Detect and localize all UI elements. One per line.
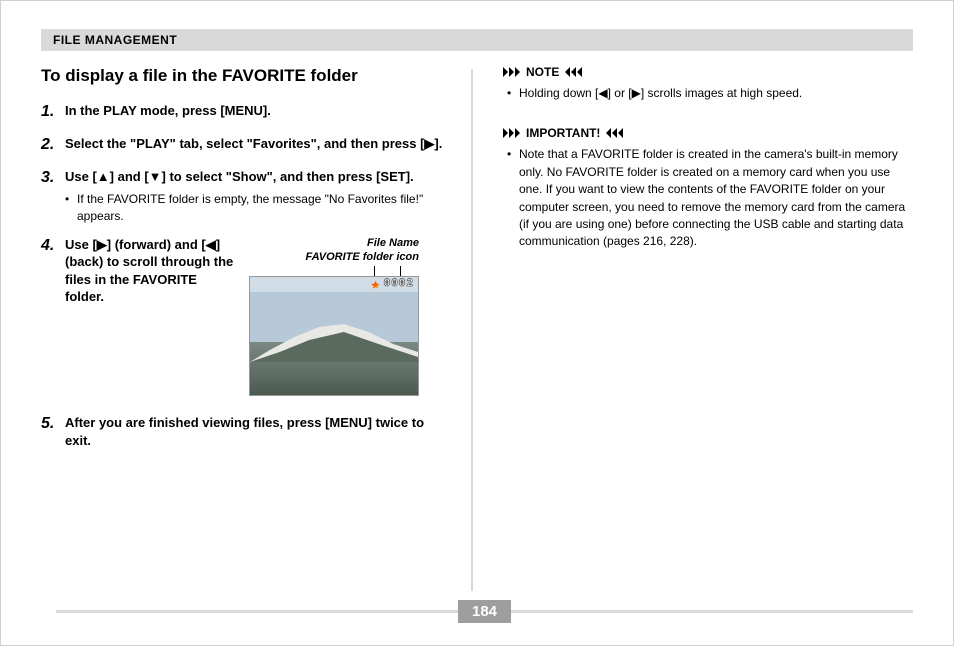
- figure-wrap: File Name FAVORITE folder icon 0002: [249, 236, 419, 397]
- step-5: 5. After you are finished viewing files,…: [41, 414, 453, 449]
- step4-layout: Use [▶] (forward) and [◀] (back) to scro…: [65, 236, 453, 397]
- bullet-icon: •: [507, 146, 519, 250]
- bullet-icon: •: [507, 85, 519, 102]
- step-text: Select the "PLAY" tab, select "Favorites…: [65, 135, 453, 153]
- step-number: 2.: [41, 135, 65, 156]
- page-number: 184: [458, 600, 511, 623]
- note-text: Holding down [◀] or [▶] scrolls images a…: [519, 85, 802, 102]
- camera-screenshot: 0002: [249, 276, 419, 396]
- step-sub-text: If the FAVORITE folder is empty, the mes…: [77, 191, 453, 223]
- note-header: NOTE: [503, 65, 913, 79]
- triangle-right-icon: [503, 67, 520, 77]
- step-1: 1. In the PLAY mode, press [MENU].: [41, 102, 453, 123]
- step-body: Use [▶] (forward) and [◀] (back) to scro…: [65, 236, 453, 397]
- favorite-folder-icon: [371, 280, 381, 290]
- step-text: In the PLAY mode, press [MENU].: [65, 102, 453, 120]
- figure-label-filename: File Name: [367, 236, 419, 250]
- step-4: 4. Use [▶] (forward) and [◀] (back) to s…: [41, 236, 453, 397]
- right-column: NOTE • Holding down [◀] or [▶] scrolls i…: [473, 65, 913, 595]
- step-text: Use [▲] and [▼] to select "Show", and th…: [65, 168, 453, 224]
- triangle-left-icon: [565, 67, 582, 77]
- triangle-left-icon: [606, 128, 623, 138]
- bullet-icon: •: [65, 191, 77, 223]
- page-title: To display a file in the FAVORITE folder: [41, 65, 453, 86]
- footer-rule: [511, 610, 913, 613]
- step-main-text: Use [▲] and [▼] to select "Show", and th…: [65, 169, 414, 184]
- step-3: 3. Use [▲] and [▼] to select "Show", and…: [41, 168, 453, 224]
- section-header-text: FILE MANAGEMENT: [53, 33, 177, 47]
- step-sub-bullet: • If the FAVORITE folder is empty, the m…: [65, 191, 453, 223]
- manual-page: FILE MANAGEMENT To display a file in the…: [0, 0, 954, 646]
- left-column: To display a file in the FAVORITE folder…: [41, 65, 471, 595]
- step-number: 4.: [41, 236, 65, 257]
- step-number: 3.: [41, 168, 65, 189]
- important-body: • Note that a FAVORITE folder is created…: [503, 146, 913, 250]
- footer-rule: [56, 610, 458, 613]
- step-number: 1.: [41, 102, 65, 123]
- figure-callout-lines: [374, 266, 401, 276]
- section-header: FILE MANAGEMENT: [41, 29, 913, 51]
- step-number: 5.: [41, 414, 65, 435]
- note-heading-text: NOTE: [526, 65, 559, 79]
- file-number-overlay: 0002: [384, 277, 414, 292]
- important-header: IMPORTANT!: [503, 126, 913, 140]
- step-text: Use [▶] (forward) and [◀] (back) to scro…: [65, 236, 235, 306]
- callout-line: [400, 266, 401, 276]
- note-body: • Holding down [◀] or [▶] scrolls images…: [503, 85, 913, 102]
- screenshot-topbar: 0002: [250, 277, 418, 292]
- step-list: 1. In the PLAY mode, press [MENU]. 2. Se…: [41, 102, 453, 449]
- step-2: 2. Select the "PLAY" tab, select "Favori…: [41, 135, 453, 156]
- page-footer: 184: [56, 600, 913, 623]
- important-heading-text: IMPORTANT!: [526, 126, 600, 140]
- triangle-right-icon: [503, 128, 520, 138]
- mountain-image: [250, 322, 418, 362]
- callout-line: [374, 266, 375, 276]
- important-text: Note that a FAVORITE folder is created i…: [519, 146, 913, 250]
- figure-label-favicon: FAVORITE folder icon: [306, 250, 419, 264]
- step-text: After you are finished viewing files, pr…: [65, 414, 453, 449]
- two-column-layout: To display a file in the FAVORITE folder…: [41, 65, 913, 595]
